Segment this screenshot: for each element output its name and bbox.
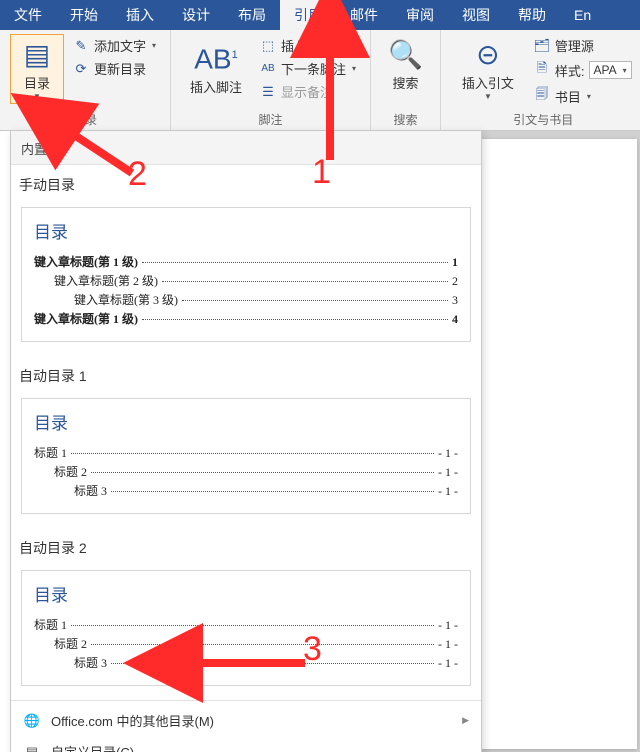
toc-button[interactable]: ▤ 目录 ▼ (10, 34, 64, 104)
search-button[interactable]: 🔍 搜索 (381, 34, 430, 95)
annotation-arrow-2 (32, 105, 142, 185)
citation-style-row: 🗎 样式: APA ▾ (529, 57, 636, 83)
gallery-footer: 🌐 Office.com 中的其他目录(M) ▶ ▤ 自定义目录(C)... ✖… (11, 700, 481, 752)
preview-title: 目录 (34, 218, 458, 243)
chevron-down-icon: ▾ (152, 41, 156, 50)
preview-auto1[interactable]: 目录 标题 1- 1 - 标题 2- 1 - 标题 3- 1 - (21, 398, 471, 514)
annotation-number-3: 3 (303, 630, 322, 669)
custom-toc-label: 自定义目录(C)... (51, 742, 145, 752)
chevron-down-icon: ▾ (587, 92, 591, 101)
toc-preview-line: 键入章标题(第 3 级)3 (74, 291, 458, 308)
tab-file[interactable]: 文件 (0, 0, 56, 30)
show-notes-icon: ☰ (259, 84, 277, 100)
footnote-icon: AB1 (194, 41, 237, 73)
tab-help[interactable]: 帮助 (504, 0, 560, 30)
update-toc-label: 更新目录 (94, 59, 146, 78)
gallery-item-auto1[interactable]: 自动目录 1 (11, 356, 481, 392)
tab-home[interactable]: 开始 (56, 0, 112, 30)
annotation-arrow-3 (155, 648, 315, 678)
chevron-down-icon: ▾ (623, 66, 627, 75)
tab-insert[interactable]: 插入 (112, 0, 168, 30)
preview-manual[interactable]: 目录 键入章标题(第 1 级)1 键入章标题(第 2 级)2 键入章标题(第 3 级… (21, 207, 471, 342)
bibliography-label: 书目 (555, 87, 581, 106)
bibliography-icon: 🗐 (533, 85, 551, 107)
endnote-icon: ⬚ (259, 38, 277, 54)
toc-preview-line: 标题 2- 1 - (54, 463, 458, 480)
manage-sources-label: 管理源 (555, 36, 594, 55)
add-text-icon: ✎ (72, 38, 90, 54)
tab-view[interactable]: 视图 (448, 0, 504, 30)
group-search-label: 搜索 (381, 111, 430, 128)
toc-preview-line: 键入章标题(第 2 级)2 (54, 272, 458, 289)
chevron-down-icon: ▼ (33, 92, 41, 101)
toc-preview-line: 标题 1- 1 - (34, 616, 458, 633)
style-select[interactable]: APA ▾ (589, 61, 632, 79)
tab-layout[interactable]: 布局 (224, 0, 280, 30)
group-search: 🔍 搜索 搜索 (371, 30, 441, 130)
update-toc-icon: ⟳ (72, 61, 90, 77)
next-footnote-icon: AB (259, 63, 277, 74)
style-label: 样式: (555, 61, 585, 80)
search-label: 搜索 (392, 73, 418, 92)
document-area (482, 131, 640, 752)
chevron-down-icon: ▾ (352, 64, 356, 73)
document-page[interactable] (482, 139, 637, 749)
toc-preview-line: 键入章标题(第 1 级)1 (34, 253, 458, 270)
add-text-button[interactable]: ✎ 添加文字 ▾ (68, 34, 160, 57)
manage-sources-button[interactable]: 🗂 管理源 (529, 34, 636, 57)
toc-preview-line: 标题 3- 1 - (74, 482, 458, 499)
toc-icon: ▤ (24, 41, 50, 69)
add-text-label: 添加文字 (94, 36, 146, 55)
tab-extra[interactable]: En (560, 0, 605, 30)
more-from-office-label: Office.com 中的其他目录(M) (51, 711, 214, 730)
search-icon: 🔍 (388, 41, 423, 69)
group-citations-label: 引文与书目 (451, 111, 636, 128)
bibliography-button[interactable]: 🗐 书目 ▾ (529, 83, 636, 109)
chevron-right-icon: ▶ (462, 715, 469, 726)
tab-design[interactable]: 设计 (168, 0, 224, 30)
toc-button-label: 目录 (24, 73, 50, 92)
insert-footnote-label: 插入脚注 (190, 77, 242, 96)
chevron-down-icon: ▼ (484, 92, 492, 101)
insert-citation-label: 插入引文 (462, 73, 514, 92)
preview-title: 目录 (34, 409, 458, 434)
more-from-office-button[interactable]: 🌐 Office.com 中的其他目录(M) ▶ (11, 705, 481, 736)
globe-icon: 🌐 (23, 713, 41, 729)
citation-icon: ⊝ (476, 41, 499, 69)
annotation-arrow-1 (310, 10, 350, 170)
annotation-number-2: 2 (128, 155, 147, 194)
update-toc-button[interactable]: ⟳ 更新目录 (68, 57, 160, 80)
annotation-number-1: 1 (312, 153, 331, 192)
group-citations: ⊝ 插入引文 ▼ 🗂 管理源 🗎 样式: APA ▾ (441, 30, 640, 130)
toc-preview-line: 键入章标题(第 1 级)4 (34, 310, 458, 327)
insert-citation-button[interactable]: ⊝ 插入引文 ▼ (451, 34, 525, 104)
style-icon: 🗎 (533, 59, 551, 81)
insert-footnote-button[interactable]: AB1 插入脚注 (181, 34, 251, 99)
manage-sources-icon: 🗂 (533, 38, 551, 54)
gallery-item-auto2[interactable]: 自动目录 2 (11, 528, 481, 564)
custom-toc-button[interactable]: ▤ 自定义目录(C)... (11, 736, 481, 752)
tab-review[interactable]: 审阅 (392, 0, 448, 30)
toc-preview-line: 标题 1- 1 - (34, 444, 458, 461)
preview-title: 目录 (34, 581, 458, 606)
custom-toc-icon: ▤ (23, 744, 41, 752)
style-value: APA (594, 63, 617, 77)
